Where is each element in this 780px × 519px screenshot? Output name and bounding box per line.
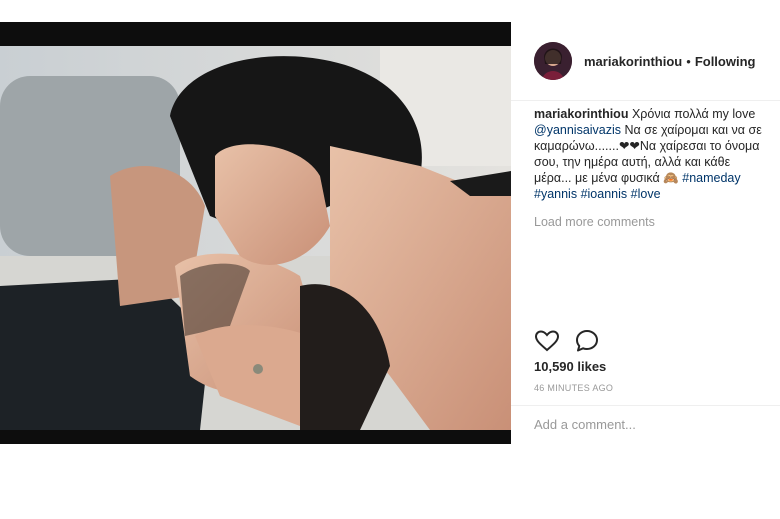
post-image — [0, 46, 511, 430]
avatar[interactable] — [534, 42, 572, 80]
comment-button[interactable] — [574, 328, 600, 354]
hashtag-link[interactable]: #yannis — [534, 187, 577, 201]
caption-line: σου, την ημέρα αυτή, αλλά και κάθε — [534, 155, 731, 169]
caption-line: mariakorinthiou Χρόνια πολλά my love — [534, 106, 780, 122]
mention-link[interactable]: @yannisaivazis — [534, 123, 621, 137]
like-button[interactable] — [534, 328, 560, 354]
comment-input[interactable] — [534, 417, 764, 432]
post-header: mariakorinthiou • Following — [511, 22, 780, 101]
hashtag-link[interactable]: #love — [631, 187, 661, 201]
caption-username[interactable]: mariakorinthiou — [534, 107, 628, 121]
hashtag-link[interactable]: #ioannis — [581, 187, 628, 201]
post-actions — [534, 328, 600, 354]
caption-line: #yannis #ioannis #love — [534, 186, 780, 202]
post-timestamp[interactable]: 46 MINUTES AGO — [534, 383, 613, 393]
caption-text: Να σε χαίρομαι και να σε — [621, 123, 762, 137]
caption-text: μέρα... με μένα φυσικά 🙈 — [534, 171, 683, 185]
caption-text: Χρόνια πολλά my love — [628, 107, 756, 121]
avatar-image — [534, 42, 572, 80]
post-caption: mariakorinthiou Χρόνια πολλά my love @ya… — [534, 106, 780, 202]
caption-line: καμαρώνω.......❤❤Να χαίρεσαι το όνομα — [534, 139, 760, 153]
caption-line: μέρα... με μένα φυσικά 🙈 #nameday — [534, 170, 780, 186]
comment-bubble-icon — [576, 330, 598, 352]
following-button[interactable]: Following — [695, 54, 756, 69]
heart-icon — [534, 330, 560, 352]
post-sidebar: mariakorinthiou • Following mariakorinth… — [511, 22, 780, 444]
hashtag-link[interactable]: #nameday — [682, 171, 740, 185]
username-link[interactable]: mariakorinthiou — [584, 54, 682, 69]
caption-line: @yannisaivazis Να σε χαίρομαι και να σε — [534, 122, 780, 138]
load-more-comments-link[interactable]: Load more comments — [534, 215, 655, 229]
comment-bar — [511, 405, 780, 445]
likes-count[interactable]: 10,590 likes — [534, 359, 606, 374]
separator-dot: • — [686, 53, 691, 69]
post-photo[interactable] — [0, 22, 511, 444]
